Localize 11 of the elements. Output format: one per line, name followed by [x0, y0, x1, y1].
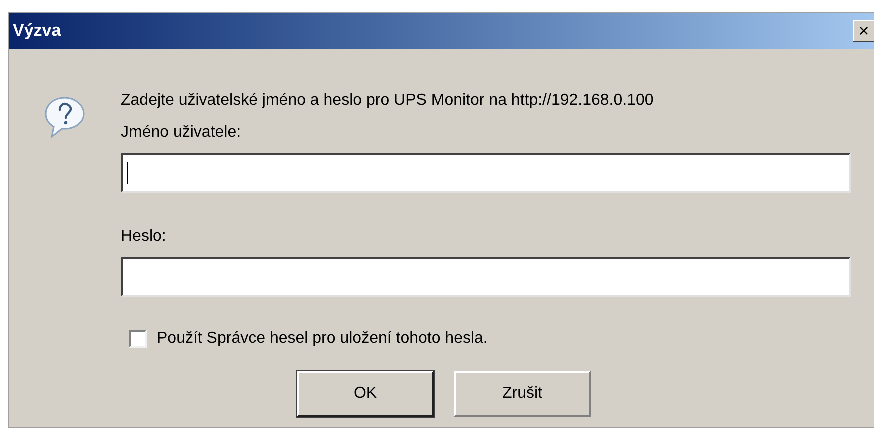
dialog-button[interactable]: Zrušit	[454, 371, 591, 417]
window-title: Výzva	[13, 20, 62, 42]
field-label: Jméno uživatele:	[121, 123, 242, 143]
input-field[interactable]	[121, 153, 851, 193]
prompt-message: Zadejte uživatelské jméno a heslo pro UPS Monitor na http://192.168.0.100	[121, 91, 655, 111]
field-label: Heslo:	[121, 227, 168, 247]
dialog-button[interactable]: OK	[297, 371, 434, 417]
checkbox[interactable]	[129, 330, 147, 348]
close-button[interactable]: ×	[853, 20, 874, 42]
checkbox-label: Použít Správce hesel pro uložení tohoto hesla.	[157, 329, 488, 349]
input-field[interactable]	[121, 257, 851, 297]
